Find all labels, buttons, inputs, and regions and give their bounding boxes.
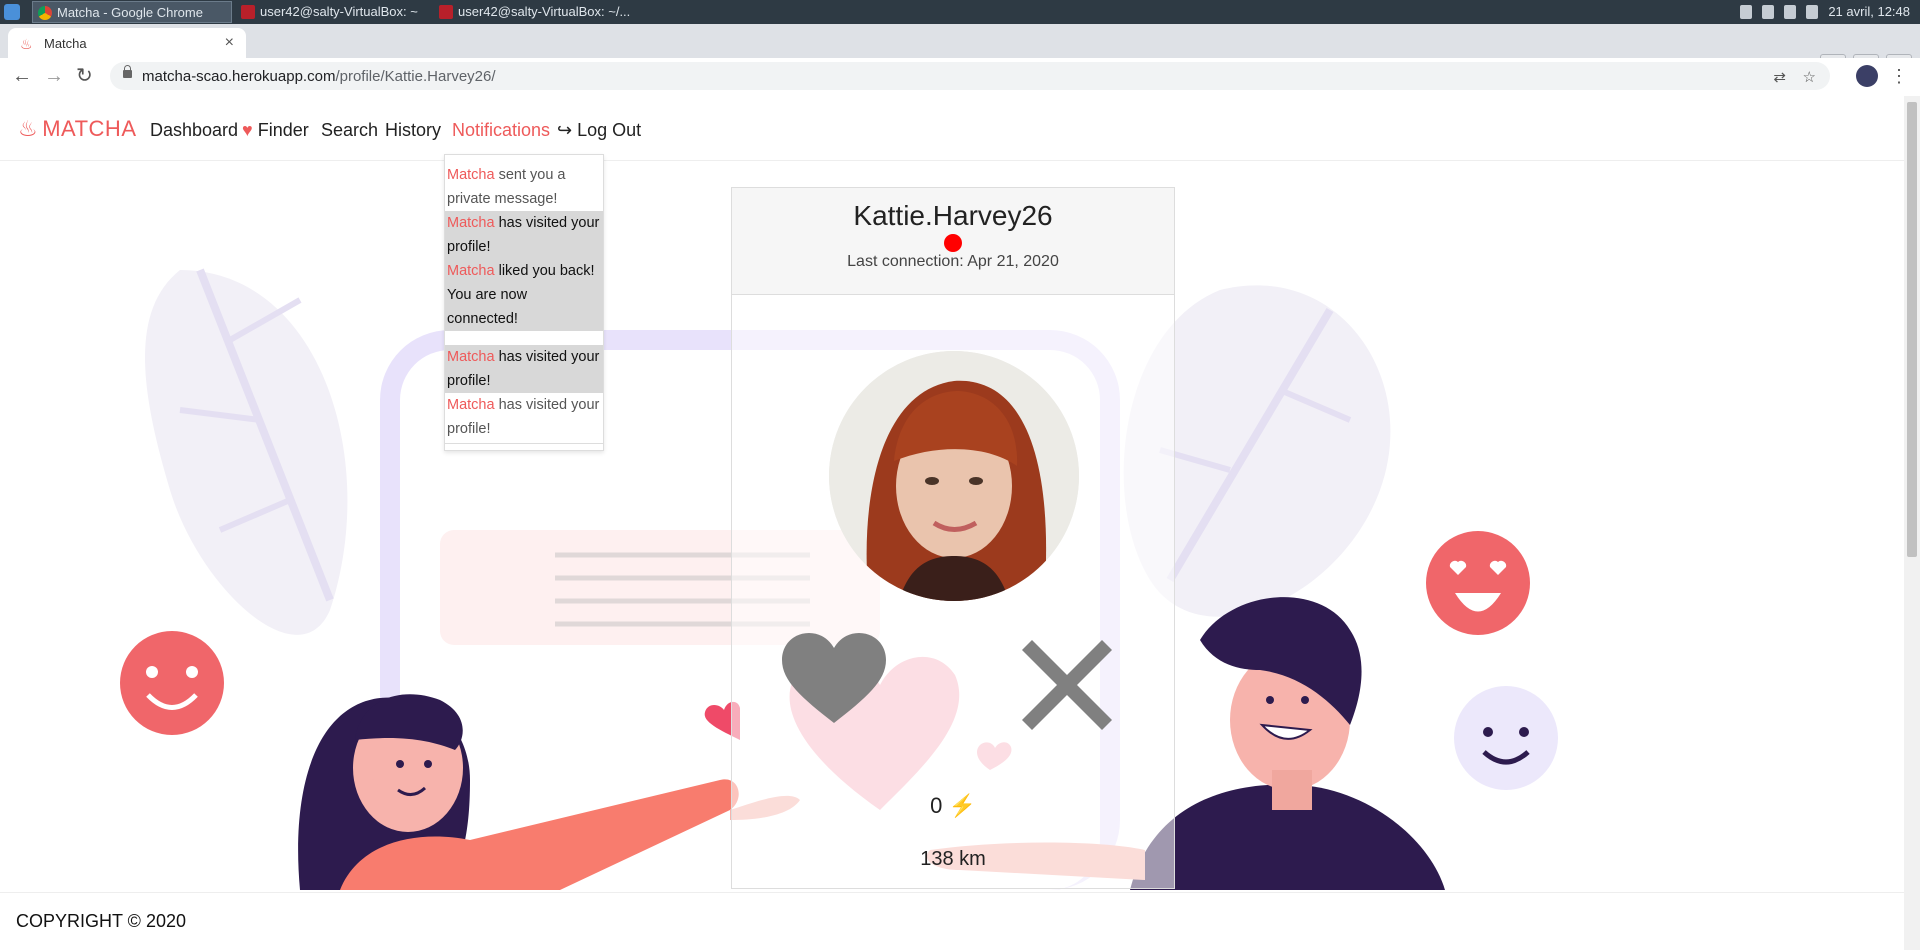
dislike-cross-icon[interactable] [1022,640,1112,730]
notification-bell-icon[interactable] [1740,5,1753,19]
notification-item[interactable]: Matcha has visited your profile! [445,393,603,441]
nav-finder[interactable]: ♥ Finder [242,120,309,141]
copyright: COPYRIGHT © 2020 [16,911,186,931]
browser-toolbar: ← → ↻ matcha-scao.herokuapp.com/profile/… [0,58,1920,97]
system-tray: 21 avril, 12:48 [1740,0,1910,24]
profile-username: Kattie.Harvey26 [853,200,1053,231]
nav-history[interactable]: History [385,120,441,141]
page-scrollbar[interactable] [1904,96,1920,950]
nav-notifications[interactable]: Notifications [452,120,550,141]
close-tab-icon[interactable]: × [225,34,234,52]
site-navbar: ♨ MATCHA Dashboard ♥ Finder Search Histor… [0,96,1904,161]
notification-item[interactable]: Matcha liked you back! You are now conne… [445,259,603,331]
url-text: matcha-scao.herokuapp.com/profile/Kattie… [142,68,496,85]
chrome-icon [38,6,52,20]
notification-item[interactable]: Matcha sent you a private message! [445,163,603,211]
start-menu-icon[interactable] [4,4,20,20]
flame-icon: ♨ [18,116,39,141]
nav-logout-label: Log Out [577,120,642,140]
scrollbar-thumb[interactable] [1907,102,1917,557]
clock[interactable]: 21 avril, 12:48 [1828,0,1910,24]
taskbar-task-chrome[interactable]: Matcha - Google Chrome [32,1,232,23]
notification-item[interactable]: Matcha has visited your profile! [445,211,603,259]
terminal-icon [439,5,453,19]
popularity-score: 0 ⚡ [732,793,1174,819]
forward-arrow-icon[interactable]: → [44,65,64,87]
taskbar-task-terminal[interactable]: user42@salty-VirtualBox: ~/... [434,1,634,23]
notification-item[interactable]: Matcha has visited your profile! [445,345,603,393]
browser-tab[interactable]: ♨ Matcha × [8,28,246,58]
menu-dots-icon[interactable]: ⋮ [1890,66,1908,87]
last-connection: Last connection: Apr 21, 2020 [847,253,1059,270]
profile-card: Kattie.Harvey26 Last connection: Apr 21,… [731,187,1175,889]
os-taskbar: Matcha - Google Chrome user42@salty-Virt… [0,0,1920,24]
terminal-icon [241,5,255,19]
browser-tabstrip: ♨ Matcha × + − + × [0,24,1920,78]
brand-text: MATCHA [42,116,137,141]
profile-avatar[interactable] [1856,65,1878,87]
battery-icon[interactable] [1784,5,1797,19]
translate-icon[interactable]: ⇄ [1773,68,1786,86]
profile-photo-image [829,351,1079,601]
notification-divider [445,331,603,345]
taskbar-task-terminal[interactable]: user42@salty-VirtualBox: ~ [236,1,436,23]
online-status-indicator [944,234,962,252]
profile-card-header: Kattie.Harvey26 Last connection: Apr 21,… [732,188,1174,295]
like-heart-icon[interactable] [782,633,886,725]
taskbar-task-label: Matcha - Google Chrome [57,5,203,20]
notifications-dropdown: Matcha sent you a private message! Match… [444,154,604,451]
nav-dashboard[interactable]: Dashboard [150,120,238,141]
reload-icon[interactable]: ↻ [76,65,93,87]
score-value: 0 [930,793,943,818]
network-icon[interactable] [1762,5,1775,19]
lock-icon [123,65,132,78]
heart-icon: ♥ [242,120,253,140]
bookmark-star-icon[interactable]: ☆ [1803,68,1816,86]
back-arrow-icon[interactable]: ← [12,65,32,87]
nav-logout[interactable]: ↪ Log Out [557,120,641,141]
logout-icon: ↪ [557,120,573,140]
web-page: ♨ MATCHA Dashboard ♥ Finder Search Histor… [0,96,1904,950]
nav-search[interactable]: Search [321,120,378,141]
flame-icon: ♨ [20,36,33,52]
lightning-icon: ⚡ [948,793,976,818]
nav-finder-label: Finder [257,120,309,140]
page-footer: COPYRIGHT © 2020 [0,892,1904,950]
brand-logo[interactable]: ♨ MATCHA [18,116,137,142]
taskbar-task-label: user42@salty-VirtualBox: ~/... [458,4,631,19]
address-bar[interactable]: matcha-scao.herokuapp.com/profile/Kattie… [110,62,1830,90]
tab-title: Matcha [44,36,87,51]
taskbar-task-label: user42@salty-VirtualBox: ~ [260,4,418,19]
profile-photo [829,351,1079,601]
distance: 138 km [920,848,986,870]
volume-icon[interactable] [1806,5,1819,19]
